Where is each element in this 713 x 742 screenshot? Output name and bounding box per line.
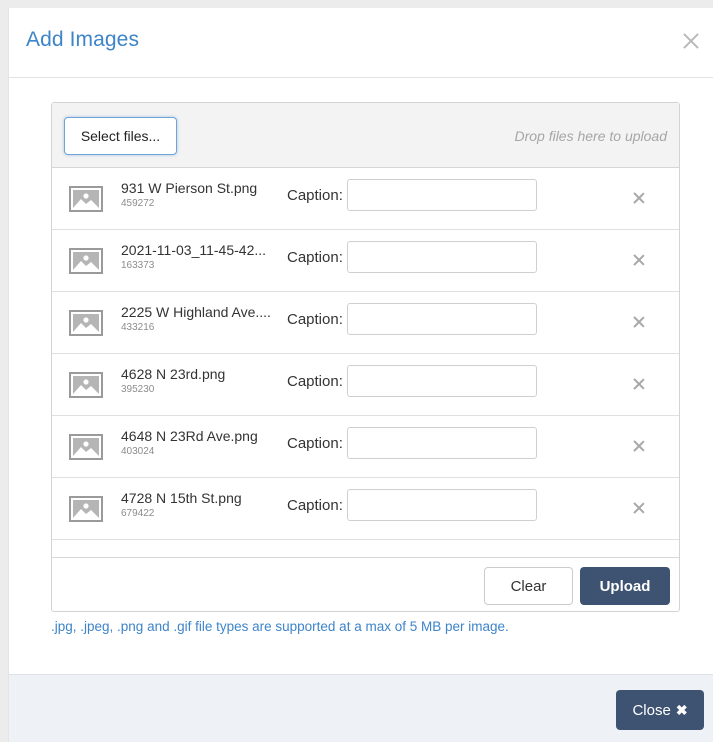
close-button-label: Close	[632, 701, 671, 719]
caption-input[interactable]	[347, 179, 537, 211]
caption-input[interactable]	[347, 427, 537, 459]
image-placeholder-icon	[69, 496, 103, 522]
caption-label: Caption:	[287, 311, 343, 328]
dialog-header: Add Images	[9, 8, 713, 78]
remove-x-icon[interactable]	[633, 378, 645, 390]
upload-actions: Clear Upload	[52, 557, 679, 611]
file-row: 4728 N 15th St.png 679422 Caption:	[52, 478, 679, 540]
upload-widget: Select files... Drop files here to uploa…	[51, 102, 680, 612]
file-name: 4728 N 15th St.png	[121, 490, 242, 506]
caption-label: Caption:	[287, 497, 343, 514]
caption-input[interactable]	[347, 303, 537, 335]
file-size: 679422	[121, 508, 155, 519]
select-files-button[interactable]: Select files...	[64, 117, 177, 155]
times-icon: ✖	[675, 701, 688, 718]
file-size: 433216	[121, 322, 155, 333]
caption-label: Caption:	[287, 249, 343, 266]
caption-input[interactable]	[347, 489, 537, 521]
file-type-note: .jpg, .jpeg, .png and .gif file types ar…	[51, 619, 509, 634]
file-size: 395230	[121, 384, 155, 395]
add-images-dialog: Add Images Select files... Drop files he…	[8, 8, 713, 742]
dialog-footer: Close ✖	[9, 674, 713, 742]
file-row: 931 W Pierson St.png 459272 Caption:	[52, 168, 679, 230]
dialog-title: Add Images	[26, 28, 140, 51]
file-name: 2225 W Highland Ave....	[121, 304, 271, 320]
file-list: 931 W Pierson St.png 459272 Caption: 202…	[52, 168, 679, 540]
caption-label: Caption:	[287, 435, 343, 452]
remove-x-icon[interactable]	[633, 254, 645, 266]
image-placeholder-icon	[69, 310, 103, 336]
image-placeholder-icon	[69, 248, 103, 274]
upload-button[interactable]: Upload	[580, 567, 670, 605]
caption-label: Caption:	[287, 187, 343, 204]
image-placeholder-icon	[69, 186, 103, 212]
file-name: 4628 N 23rd.png	[121, 366, 226, 382]
file-size: 403024	[121, 446, 155, 457]
close-icon[interactable]	[680, 30, 702, 52]
close-button[interactable]: Close ✖	[616, 690, 704, 730]
dropzone[interactable]: Select files... Drop files here to uploa…	[52, 103, 679, 168]
file-size: 163373	[121, 260, 155, 271]
remove-x-icon[interactable]	[633, 316, 645, 328]
file-row: 2225 W Highland Ave.... 433216 Caption:	[52, 292, 679, 354]
caption-label: Caption:	[287, 373, 343, 390]
caption-input[interactable]	[347, 365, 537, 397]
file-name: 4648 N 23Rd Ave.png	[121, 428, 258, 444]
remove-x-icon[interactable]	[633, 440, 645, 452]
file-name: 2021-11-03_11-45-42...	[121, 242, 267, 258]
image-placeholder-icon	[69, 372, 103, 398]
drop-hint: Drop files here to upload	[514, 128, 667, 144]
image-placeholder-icon	[69, 434, 103, 460]
file-row: 2021-11-03_11-45-42... 163373 Caption:	[52, 230, 679, 292]
clear-button[interactable]: Clear	[484, 567, 573, 605]
remove-x-icon[interactable]	[633, 192, 645, 204]
caption-input[interactable]	[347, 241, 537, 273]
file-row: 4628 N 23rd.png 395230 Caption:	[52, 354, 679, 416]
remove-x-icon[interactable]	[633, 502, 645, 514]
file-row: 4648 N 23Rd Ave.png 403024 Caption:	[52, 416, 679, 478]
file-size: 459272	[121, 198, 155, 209]
file-name: 931 W Pierson St.png	[121, 180, 258, 196]
